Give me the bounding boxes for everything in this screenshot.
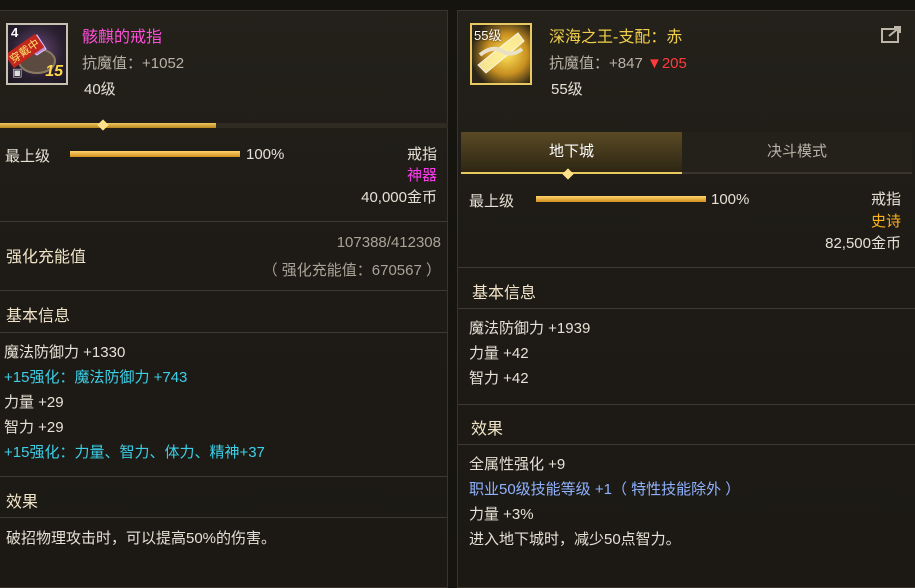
divider-diamond: [97, 119, 109, 131]
stat-line: 魔法防御力 +1330: [4, 344, 126, 361]
item-level: 55级: [551, 81, 583, 98]
enhance-badge: 15: [45, 63, 63, 80]
charge-label: 强化充能值: [6, 249, 87, 266]
max-level-bar: [536, 196, 706, 202]
max-level-label: 最上级: [469, 193, 515, 210]
item-name: 骸麒的戒指: [82, 29, 163, 46]
stat-list: 魔法防御力 +1330 +15强化：魔法防御力 +743 力量 +29 智力 +…: [4, 340, 265, 465]
divider: [458, 404, 915, 405]
share-icon[interactable]: [881, 25, 903, 43]
divider: [0, 476, 448, 477]
effect-line: 进入地下城时，减少50点智力。: [469, 531, 681, 548]
item-level: 40级: [84, 81, 116, 98]
stat-line: 智力 +29: [4, 419, 64, 436]
item-slot: 戒指: [870, 191, 901, 208]
lock-icon: ▣: [12, 67, 23, 79]
item-price: 82,500金币: [825, 235, 901, 252]
max-level-pct: 100%: [246, 146, 285, 163]
stat-line: 魔法防御力 +1939: [469, 320, 591, 337]
stat-line: 力量 +42: [469, 345, 529, 362]
basic-info-heading: 基本信息: [472, 285, 537, 302]
divider: [458, 444, 915, 445]
effect-heading: 效果: [6, 494, 39, 511]
effect-line: 力量 +3%: [469, 506, 534, 523]
stat-line: 智力 +42: [469, 370, 529, 387]
item-slot: 戒指: [406, 146, 437, 163]
item-icon-ring-left: 4 穿戴中 ▣ 15: [6, 23, 68, 85]
tab-dungeon[interactable]: 地下城: [461, 132, 682, 174]
stat-list: 魔法防御力 +1939 力量 +42 智力 +42: [469, 316, 590, 391]
badge-level: 55级: [474, 28, 502, 43]
tab-pvp[interactable]: 决斗模式: [682, 132, 912, 174]
stat-line: 力量 +29: [4, 394, 64, 411]
divider: [0, 290, 448, 291]
effect-text: 破招物理攻击时，可以提高50%的伤害。: [6, 530, 277, 547]
divider: [0, 517, 448, 518]
stat-line: +15强化：魔法防御力 +743: [4, 369, 188, 386]
badge-count: 4: [11, 25, 19, 40]
header-divider: [0, 123, 448, 128]
item-icon-ring-right: 55级: [470, 23, 532, 85]
divider: [0, 332, 448, 333]
magic-resist: 抗魔值：+847: [549, 55, 643, 72]
divider: [458, 267, 915, 268]
effect-line: 职业50级技能等级 +1（ 特性技能除外 ）: [469, 481, 741, 498]
effect-heading: 效果: [471, 421, 504, 438]
item-name: 深海之王-支配：赤: [549, 29, 683, 46]
charge-value: 107388/412308: [336, 234, 441, 251]
tab-label: 决斗模式: [766, 143, 827, 160]
magic-resist: 抗魔值：+1052: [82, 55, 185, 72]
item-price: 40,000金币: [361, 189, 437, 206]
tab-label: 地下城: [548, 143, 594, 160]
effect-line: 全属性强化 +9: [469, 456, 566, 473]
equipped-item-tooltip: 4 穿戴中 ▣ 15 骸麒的戒指 抗魔值：+1052 40级 最上级 100% …: [0, 10, 448, 588]
divider: [0, 221, 448, 222]
max-level-pct: 100%: [711, 191, 750, 208]
max-level-bar: [70, 151, 240, 157]
item-rarity: 神器: [406, 167, 437, 184]
charge-sub: （ 强化充能值：670567 ）: [262, 262, 441, 279]
magic-resist-line: 抗魔值：+847 ▼205: [549, 52, 687, 73]
item-rarity: 史诗: [870, 213, 901, 230]
max-level-label: 最上级: [5, 148, 51, 165]
resist-diff: ▼205: [646, 55, 687, 72]
basic-info-heading: 基本信息: [6, 308, 71, 325]
stat-line: +15强化：力量、智力、体力、精神+37: [4, 444, 265, 461]
compare-item-tooltip: 55级 深海之王-支配：赤 抗魔值：+847 ▼205 55级 地下城 决斗模式…: [457, 10, 915, 588]
effect-list: 全属性强化 +9 职业50级技能等级 +1（ 特性技能除外 ） 力量 +3% 进…: [469, 452, 740, 552]
divider: [458, 308, 915, 309]
